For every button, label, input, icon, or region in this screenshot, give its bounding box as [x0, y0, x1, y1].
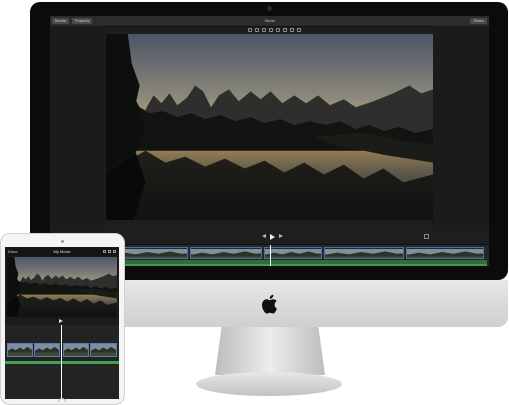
- ipad-camera-icon: [61, 240, 64, 243]
- speed-icon[interactable]: [283, 28, 287, 32]
- fullscreen-icon[interactable]: [424, 234, 429, 239]
- timeline-clip[interactable]: [190, 247, 262, 259]
- window-title: Movie: [264, 18, 276, 23]
- ipad-video-viewer[interactable]: [7, 257, 117, 317]
- ipad-tool-icons: [103, 250, 116, 253]
- projects-button[interactable]: Projects: [72, 18, 93, 24]
- toolbar: Media Projects Movie Share: [50, 16, 489, 27]
- imac-foot: [196, 372, 342, 396]
- share-icon[interactable]: [113, 250, 116, 253]
- ipad-nav-bar: Done My Movie: [5, 247, 119, 256]
- color-icon[interactable]: [248, 28, 252, 32]
- volume-icon[interactable]: [269, 28, 273, 32]
- apple-logo-icon: [262, 294, 277, 314]
- ipad-timeline[interactable]: [5, 325, 119, 399]
- ipad-project-title: My Movie: [53, 249, 71, 254]
- skip-back-icon[interactable]: [262, 234, 266, 238]
- adjustment-tools: [248, 28, 301, 32]
- imovie-window: Media Projects Movie Share: [50, 16, 489, 266]
- undo-icon[interactable]: [103, 250, 106, 253]
- media-button[interactable]: Media: [52, 18, 69, 24]
- stabilize-icon[interactable]: [262, 28, 266, 32]
- skip-forward-icon[interactable]: [279, 234, 283, 238]
- ipad-audio-track[interactable]: [5, 361, 119, 364]
- ipad-imovie: Done My Movie: [5, 247, 119, 399]
- browser-pane: [432, 26, 489, 231]
- share-button[interactable]: Share: [470, 18, 487, 24]
- library-pane: [50, 26, 105, 231]
- noise-icon[interactable]: [276, 28, 280, 32]
- playhead[interactable]: [270, 245, 271, 266]
- ipad-playhead[interactable]: [61, 325, 62, 399]
- help-icon[interactable]: [108, 250, 111, 253]
- done-button[interactable]: Done: [8, 249, 18, 254]
- ipad-timeline-clip[interactable]: [34, 343, 60, 357]
- ipad-playback-controls: [5, 318, 119, 324]
- crop-icon[interactable]: [255, 28, 259, 32]
- ipad-play-icon[interactable]: [59, 319, 63, 323]
- filter-icon[interactable]: [290, 28, 294, 32]
- playback-controls: [262, 234, 283, 240]
- video-viewer[interactable]: [106, 34, 433, 220]
- ipad-timeline-clip[interactable]: [63, 343, 89, 357]
- timeline-clip[interactable]: [324, 247, 404, 259]
- timeline-clip[interactable]: [406, 247, 484, 259]
- play-icon[interactable]: [270, 234, 275, 240]
- ipad-timeline-clip[interactable]: [7, 343, 33, 357]
- imac-stand: [215, 327, 325, 375]
- info-icon[interactable]: [297, 28, 301, 32]
- ipad-timeline-clip[interactable]: [90, 343, 117, 357]
- timeline-clip[interactable]: [264, 247, 322, 259]
- ipad-home-button[interactable]: [58, 398, 66, 402]
- camera-icon: [267, 6, 272, 11]
